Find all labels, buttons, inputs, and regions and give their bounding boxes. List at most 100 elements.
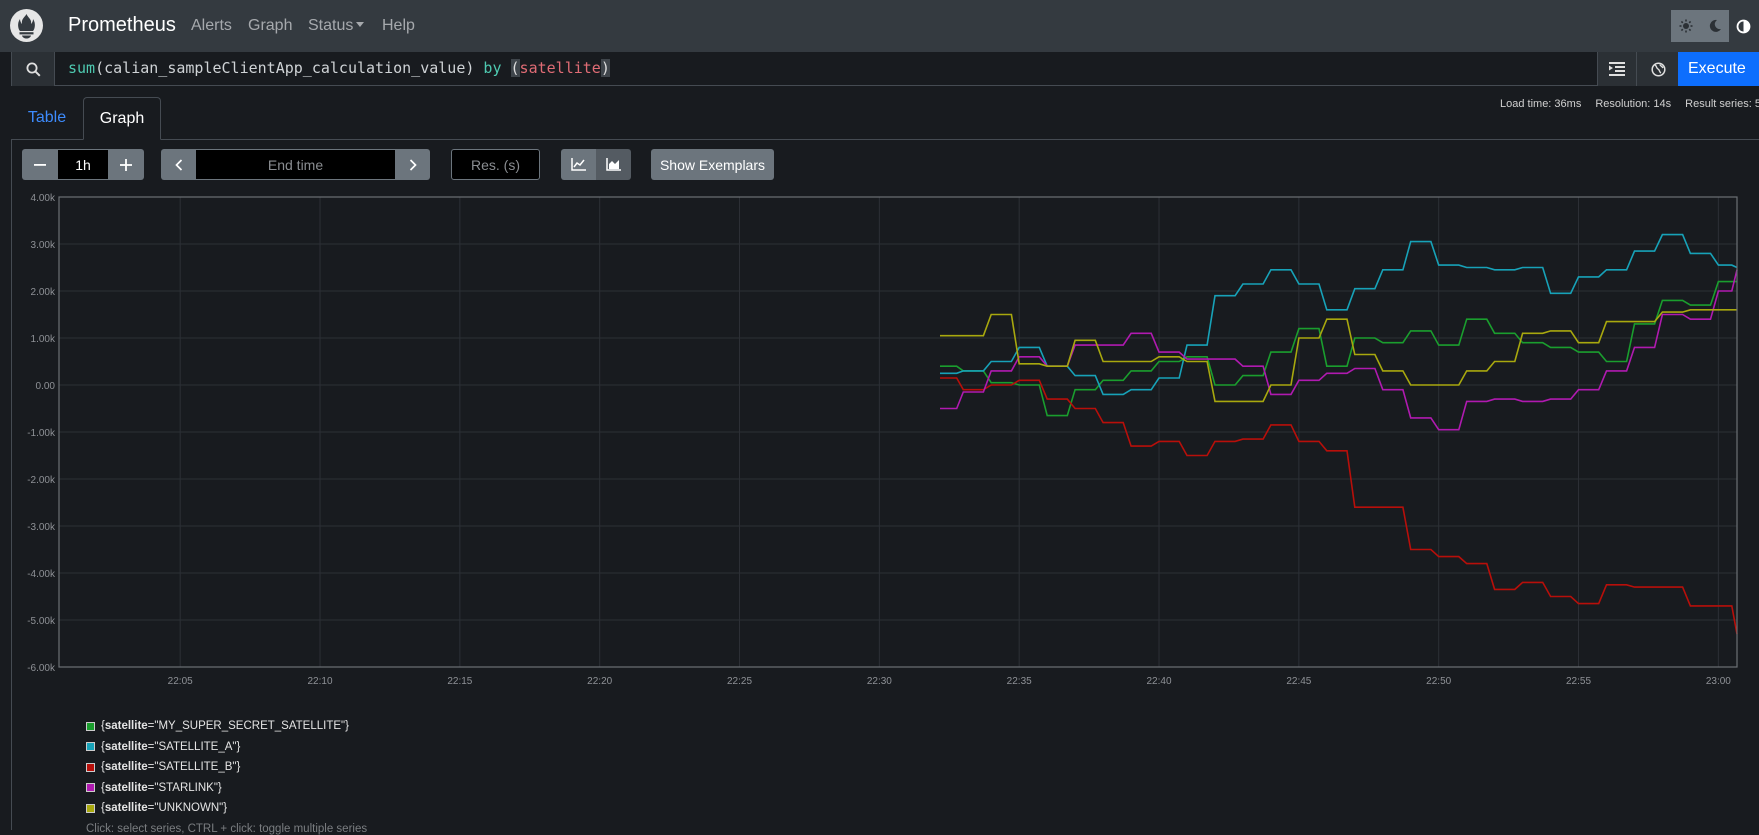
y-tick-label: -4.00k [27,569,56,580]
prometheus-logo-icon [10,9,43,42]
unstacked-button[interactable] [561,149,596,180]
x-tick-label: 22:40 [1147,676,1172,687]
legend-hint: Click: select series, CTRL + click: togg… [86,823,368,835]
resolution: Resolution: 14s [1595,98,1672,110]
legend-swatch [86,803,95,813]
x-tick-label: 22:10 [308,676,333,687]
search-icon [26,62,41,77]
nav-status-label: Status [308,17,354,34]
indent-icon [1609,62,1625,76]
legend-item[interactable]: {satellite="SATELLITE_B"} [86,757,349,778]
contrast-icon [1736,19,1751,33]
navbar: Prometheus Alerts Graph Status Help [0,0,1759,52]
time-series-chart[interactable]: 4.00k 3.00k 2.00k 1.00k 0.00 -1.00k -2.00k -3.0… [0,185,1759,690]
x-tick-label: 22:50 [1426,676,1451,687]
nav-help[interactable]: Help [382,17,415,35]
end-time-control: End time [161,149,430,180]
line-chart-icon [571,158,586,171]
globe-icon [1650,61,1666,77]
y-tick-label: 1.00k [31,334,56,345]
range-decrease-button[interactable] [22,149,58,180]
metrics-explorer-button[interactable] [1636,52,1679,86]
range-control: 1h [22,149,144,180]
range-increase-button[interactable] [108,149,144,180]
tab-graph[interactable]: Graph [83,97,161,140]
legend-label: {satellite="SATELLITE_A"} [101,740,241,753]
x-tick-label: 22:45 [1286,676,1311,687]
y-tick-label: 3.00k [31,240,56,251]
x-tick-label: 22:30 [867,676,892,687]
legend-swatch [86,762,95,772]
sun-icon [1679,19,1692,33]
query-keyword: by [483,59,502,77]
theme-light-button[interactable] [1671,10,1700,42]
x-tick-label: 22:25 [727,676,752,687]
nav-graph[interactable]: Graph [248,17,292,35]
x-tick-label: 22:15 [447,676,472,687]
legend-item[interactable]: {satellite="UNKNOWN"} [86,798,349,819]
show-exemplars-button[interactable]: Show Exemplars [651,149,774,180]
area-chart-icon [606,158,621,171]
x-tick-label: 22:20 [587,676,612,687]
query-close-paren: ) [465,59,475,77]
minus-icon [34,163,46,166]
legend-swatch [86,783,95,793]
end-time-input[interactable]: End time [196,149,395,180]
chevron-down-icon [356,22,365,27]
plus-icon [120,158,132,171]
legend-item[interactable]: {satellite="SATELLITE_A"} [86,737,349,758]
search-icon-box [12,52,55,86]
stacked-button[interactable] [596,149,631,180]
query-metric: calian_sampleClientApp_calculation_value [104,59,466,77]
query-bar: sum(calian_sampleClientApp_calculation_v… [11,52,1759,86]
result-series: Result series: 5 [1685,98,1759,110]
query-open-paren: ( [95,59,105,77]
y-tick-label: -1.00k [27,428,56,439]
time-back-button[interactable] [161,149,196,180]
tabs: Table Graph [11,97,1759,140]
legend-item[interactable]: {satellite="STARLINK"} [86,778,349,799]
legend: {satellite="MY_SUPER_SECRET_SATELLITE"} {… [86,716,349,819]
nav-status[interactable]: Status [308,17,365,35]
legend-label: {satellite="MY_SUPER_SECRET_SATELLITE"} [101,720,349,733]
query-function: sum [68,59,96,77]
brand[interactable]: Prometheus [10,9,176,42]
legend-swatch [86,742,95,752]
y-tick-label: 4.00k [31,193,56,204]
query-input[interactable]: sum(calian_sampleClientApp_calculation_v… [68,59,610,77]
theme-dark-button[interactable] [1700,10,1729,42]
execute-button[interactable]: Execute [1678,52,1759,86]
query-label: satellite [519,59,601,77]
x-tick-label: 22:35 [1007,676,1032,687]
legend-item[interactable]: {satellite="MY_SUPER_SECRET_SATELLITE"} [86,716,349,737]
nav-alerts[interactable]: Alerts [191,17,232,35]
time-forward-button[interactable] [395,149,430,180]
legend-swatch [86,721,95,731]
y-tick-label: -5.00k [27,616,56,627]
load-time: Load time: 36ms [1500,98,1582,110]
tab-table[interactable]: Table [11,97,83,139]
query-group-open: ( [510,59,520,77]
moon-icon [1709,19,1721,32]
legend-label: {satellite="UNKNOWN"} [101,802,228,815]
x-tick-label: 22:55 [1566,676,1591,687]
range-input[interactable]: 1h [58,149,108,180]
theme-auto-button[interactable] [1729,10,1758,42]
legend-label: {satellite="SATELLITE_B"} [101,761,241,774]
chevron-right-icon [409,158,417,171]
y-tick-label: -3.00k [27,522,56,533]
query-stats: Load time: 36ms Resolution: 14s Result ser… [1500,98,1759,110]
y-tick-label: -2.00k [27,475,56,486]
format-query-button[interactable] [1597,52,1636,86]
y-tick-label: 0.00 [36,381,56,392]
brand-name: Prometheus [68,14,176,36]
chevron-left-icon [174,158,182,171]
y-tick-label: 2.00k [31,287,56,298]
x-tick-label: 23:00 [1706,676,1731,687]
query-group-close: ) [600,59,610,77]
y-tick-label: -6.00k [27,663,56,674]
theme-toggle [1671,10,1758,42]
chart-mode-toggle [561,149,631,180]
legend-label: {satellite="STARLINK"} [101,781,222,794]
resolution-input[interactable]: Res. (s) [451,149,540,180]
